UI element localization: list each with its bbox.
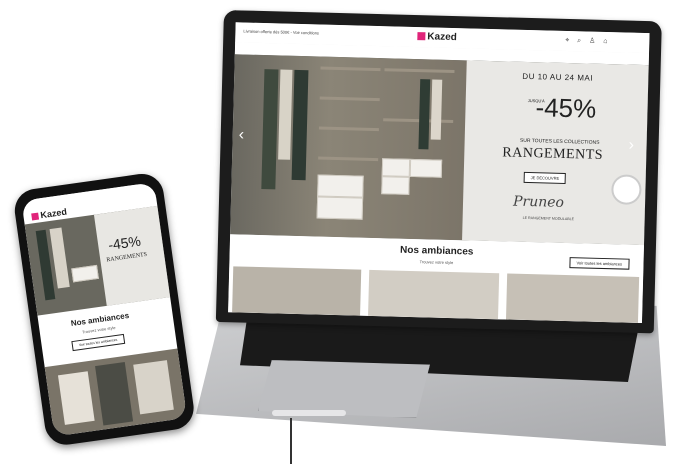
badge-icon	[611, 174, 642, 205]
hero-headline: RANGEMENTS	[502, 145, 604, 163]
hero-date: DU 10 AU 24 MAI	[522, 71, 594, 83]
phone-ambiances-cta[interactable]: Voir toutes les ambiances	[71, 333, 125, 352]
phone-hero-percent: -45%	[107, 232, 142, 254]
ambiances-cta-button[interactable]: Voir toutes les ambiances	[569, 257, 630, 270]
hero-percent: -45%	[535, 92, 597, 124]
phone-screen: Kazed -45% RANGEMENTS Nos ambiances Trou…	[21, 182, 188, 437]
phone-logo-mark-icon	[31, 212, 40, 221]
location-icon[interactable]: ⌖	[565, 37, 569, 44]
hero-signature: Pruneo	[512, 193, 565, 211]
ambiance-thumb-1[interactable]	[232, 266, 362, 316]
site-logo[interactable]: Kazed	[417, 31, 457, 43]
phone-section-subtitle: Trouvez votre style	[81, 324, 116, 335]
phone-hero-headline: RANGEMENTS	[106, 251, 148, 264]
hero-cta-button[interactable]: JE DÉCOUVRE	[523, 171, 567, 185]
pointer-line	[290, 418, 292, 464]
hero-prev-arrow-icon[interactable]: ‹	[238, 126, 245, 144]
ambiance-thumb-2[interactable]	[368, 269, 500, 320]
search-icon[interactable]: ⌕	[577, 37, 581, 44]
phone-promo-panel: -45% RANGEMENTS	[93, 205, 171, 306]
kazed-logo-mark-icon	[417, 32, 426, 41]
header-icons: ⌖ ⌕ ♙ ⌂	[565, 36, 607, 46]
laptop-front-notch	[272, 410, 346, 416]
laptop-lid: Livraison offerte dès 500€ - Voir condit…	[215, 10, 662, 334]
account-icon[interactable]: ♙	[589, 38, 595, 45]
hero-signature-caption: LE RANGEMENT MODULABLE	[522, 215, 575, 222]
hero-promo-panel: DU 10 AU 24 MAI JUSQU'À -45% SUR TOUTES …	[462, 60, 649, 246]
phone-ambiance-image[interactable]	[44, 348, 188, 437]
phone-hero[interactable]: -45% RANGEMENTS	[24, 205, 171, 316]
hero-closet-image: ‹	[230, 54, 475, 241]
smartphone: Kazed -45% RANGEMENTS Nos ambiances Trou…	[12, 171, 197, 448]
phone-section-title: Nos ambiances	[70, 310, 130, 329]
ambiances-section: Nos ambiances Trouvez votre style Voir t…	[228, 234, 644, 324]
hero-next-arrow-icon[interactable]: ›	[628, 137, 634, 155]
cart-icon[interactable]: ⌂	[603, 38, 607, 45]
hero-banner[interactable]: ‹ DU 10 AU 24 MAI JUSQU'À -45% SUR TOUTE…	[230, 54, 649, 246]
laptop-screen: Livraison offerte dès 500€ - Voir condit…	[228, 22, 650, 324]
ambiance-thumb-3[interactable]	[505, 273, 640, 323]
promo-line[interactable]: Livraison offerte dès 500€ - Voir condit…	[243, 29, 319, 36]
